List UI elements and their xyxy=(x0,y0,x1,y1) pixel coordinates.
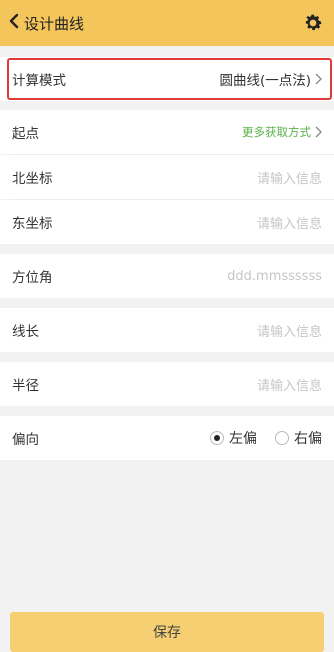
start-point-row: 起点 更多获取方式 xyxy=(0,110,334,154)
chevron-right-icon xyxy=(315,73,322,85)
calc-mode-label: 计算模式 xyxy=(12,73,66,89)
radio-circle-selected xyxy=(210,431,224,445)
radius-input[interactable]: 请输入信息 xyxy=(257,375,322,394)
more-methods-link[interactable]: 更多获取方式 xyxy=(242,124,322,140)
radio-left-label: 左偏 xyxy=(229,431,257,447)
page-title: 设计曲线 xyxy=(24,14,85,33)
radio-left-deflection[interactable]: 左偏 xyxy=(210,428,257,448)
azimuth-row: 方位角 ddd.mmssssss xyxy=(0,254,334,298)
radio-circle xyxy=(275,431,289,445)
footer-bar: 保存 xyxy=(0,606,334,652)
length-row: 线长 请输入信息 xyxy=(0,308,334,352)
more-methods-text: 更多获取方式 xyxy=(242,125,311,139)
calc-mode-value: 圆曲线(一点法) xyxy=(219,73,311,89)
length-input[interactable]: 请输入信息 xyxy=(257,321,322,340)
azimuth-input[interactable]: ddd.mmssssss xyxy=(227,269,322,284)
north-input[interactable]: 请输入信息 xyxy=(257,168,322,187)
chevron-left-icon xyxy=(8,13,20,33)
radio-right-label: 右偏 xyxy=(294,431,322,447)
azimuth-label: 方位角 xyxy=(12,270,53,286)
north-coordinate-row: 北坐标 请输入信息 xyxy=(0,155,334,199)
save-button[interactable]: 保存 xyxy=(10,612,324,652)
app-header: 设计曲线 xyxy=(0,0,334,46)
north-label: 北坐标 xyxy=(12,171,53,187)
gear-icon xyxy=(302,12,324,34)
back-button[interactable]: 设计曲线 xyxy=(8,13,84,34)
east-label: 东坐标 xyxy=(12,216,53,232)
deflection-row: 偏向 左偏 右偏 xyxy=(0,416,334,460)
length-label: 线长 xyxy=(12,324,39,340)
deflection-label: 偏向 xyxy=(12,432,39,448)
chevron-right-icon xyxy=(315,126,322,138)
calc-mode-row[interactable]: 计算模式 圆曲线(一点法) xyxy=(0,57,334,101)
settings-button[interactable] xyxy=(302,12,324,34)
radio-right-deflection[interactable]: 右偏 xyxy=(275,428,322,448)
start-point-label: 起点 xyxy=(12,126,39,142)
east-input[interactable]: 请输入信息 xyxy=(257,213,322,232)
east-coordinate-row: 东坐标 请输入信息 xyxy=(0,200,334,244)
radius-label: 半径 xyxy=(12,378,39,394)
radius-row: 半径 请输入信息 xyxy=(0,362,334,406)
deflection-radio-group: 左偏 右偏 xyxy=(210,428,322,448)
